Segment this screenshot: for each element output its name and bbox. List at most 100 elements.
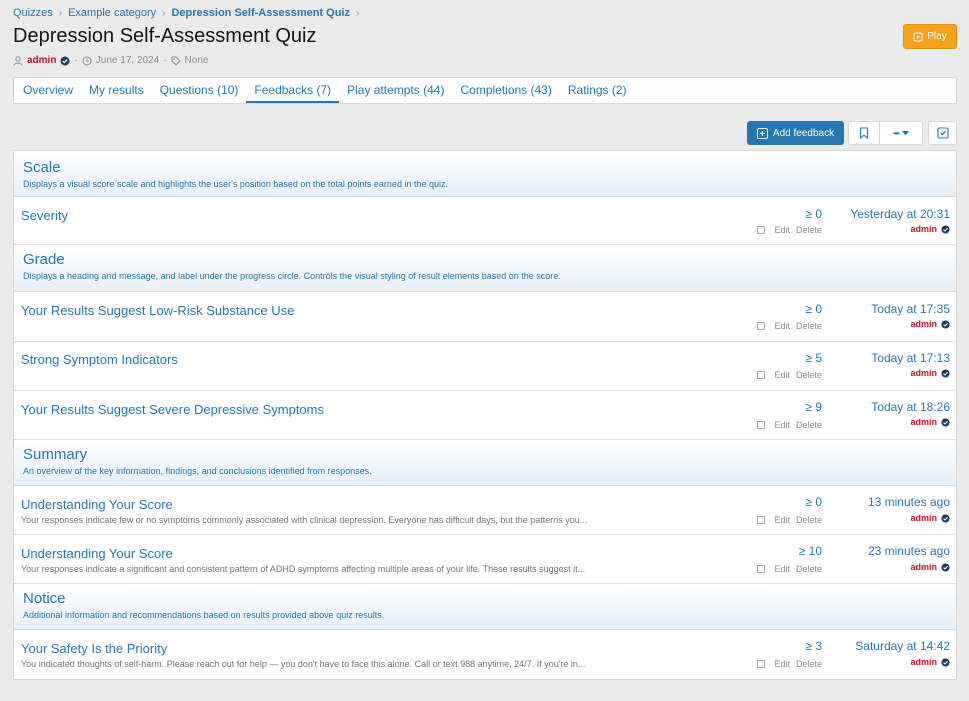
quiz-date: June 17, 2024 bbox=[95, 55, 160, 66]
select-checkbox[interactable] bbox=[757, 516, 766, 524]
list-item: Your Results Suggest Low-Risk Substance … bbox=[14, 292, 956, 342]
group-header-summary: Summary An overview of the key informati… bbox=[14, 440, 956, 486]
tab-feedbacks[interactable]: Feedbacks (7) bbox=[246, 78, 340, 103]
item-user: admin bbox=[910, 224, 950, 234]
delete-link[interactable]: Delete bbox=[796, 659, 822, 669]
item-user: admin bbox=[910, 368, 950, 378]
select-checkbox[interactable] bbox=[757, 565, 766, 573]
edit-link[interactable]: Edit bbox=[774, 564, 790, 574]
more-options-button[interactable]: ••• bbox=[879, 121, 923, 145]
group-description: Displays a visual score scale and highli… bbox=[23, 179, 448, 189]
item-user: admin bbox=[910, 513, 950, 523]
edit-link[interactable]: Edit bbox=[774, 659, 790, 669]
delete-link[interactable]: Delete bbox=[796, 225, 822, 235]
tab-my-results[interactable]: My results bbox=[81, 78, 152, 103]
item-actions: Edit Delete bbox=[757, 321, 822, 331]
bookmark-button[interactable] bbox=[848, 121, 880, 145]
play-button[interactable]: Play bbox=[903, 24, 957, 49]
group-title: Scale bbox=[23, 159, 61, 176]
verified-icon bbox=[941, 657, 950, 667]
edit-link[interactable]: Edit bbox=[774, 225, 790, 235]
group-description: An overview of the key information, find… bbox=[23, 466, 372, 476]
group-title: Summary bbox=[23, 446, 88, 463]
item-date: Today at 17:35 bbox=[871, 302, 950, 316]
feedback-title-link[interactable]: Severity bbox=[21, 208, 68, 223]
breadcrumb-category[interactable]: Example category bbox=[68, 7, 156, 19]
item-user: admin bbox=[910, 417, 950, 427]
delete-link[interactable]: Delete bbox=[796, 370, 822, 380]
delete-link[interactable]: Delete bbox=[796, 515, 822, 525]
clock-icon bbox=[82, 56, 92, 65]
user-link[interactable]: admin bbox=[910, 562, 937, 572]
feedback-title-link[interactable]: Your Results Suggest Low-Risk Substance … bbox=[21, 303, 294, 318]
user-link[interactable]: admin bbox=[910, 513, 937, 523]
feedback-snippet: You indicated thoughts of self-harm. Ple… bbox=[21, 659, 586, 669]
edit-link[interactable]: Edit bbox=[774, 321, 790, 331]
group-header-grade: Grade Displays a heading and message, an… bbox=[14, 245, 956, 292]
select-checkbox[interactable] bbox=[757, 322, 766, 330]
score-threshold: ≥ 5 bbox=[805, 351, 822, 365]
check-square-icon bbox=[936, 127, 949, 139]
verified-icon bbox=[941, 319, 950, 329]
feedback-title-link[interactable]: Strong Symptom Indicators bbox=[21, 352, 178, 367]
tab-questions[interactable]: Questions (10) bbox=[152, 78, 247, 103]
score-threshold: ≥ 9 bbox=[805, 400, 822, 414]
item-date: 23 minutes ago bbox=[867, 544, 950, 558]
edit-link[interactable]: Edit bbox=[774, 370, 790, 380]
quiz-meta: admin · June 17, 2024 · None bbox=[13, 55, 208, 66]
feedback-snippet: Your responses indicate a significant an… bbox=[21, 564, 586, 574]
select-checkbox[interactable] bbox=[757, 421, 766, 429]
user-link[interactable]: admin bbox=[910, 657, 937, 667]
add-feedback-button[interactable]: Add feedback bbox=[747, 121, 844, 145]
item-actions: Edit Delete bbox=[757, 370, 822, 380]
select-checkbox[interactable] bbox=[757, 371, 766, 379]
tab-overview[interactable]: Overview bbox=[15, 78, 81, 103]
feedback-list: Scale Displays a visual score scale and … bbox=[13, 150, 957, 680]
delete-link[interactable]: Delete bbox=[796, 321, 822, 331]
group-description: Displays a heading and message, and labe… bbox=[23, 271, 561, 281]
item-date: Today at 17:13 bbox=[871, 351, 950, 365]
item-date: Saturday at 14:42 bbox=[855, 639, 950, 653]
group-title: Grade bbox=[23, 251, 65, 268]
feedback-title-link[interactable]: Your Results Suggest Severe Depressive S… bbox=[21, 402, 324, 417]
select-toggle-button[interactable] bbox=[928, 121, 957, 145]
score-threshold: ≥ 10 bbox=[798, 544, 822, 558]
user-icon bbox=[13, 55, 23, 66]
page-title: Depression Self-Assessment Quiz bbox=[13, 25, 317, 47]
user-link[interactable]: admin bbox=[910, 368, 937, 378]
breadcrumb-quiz[interactable]: Depression Self-Assessment Quiz bbox=[171, 7, 350, 19]
play-label: Play bbox=[927, 31, 947, 42]
tab-play-attempts[interactable]: Play attempts (44) bbox=[339, 78, 452, 103]
breadcrumb-quizzes[interactable]: Quizzes bbox=[13, 7, 53, 19]
chevron-right-icon: › bbox=[162, 7, 166, 19]
feedback-title-link[interactable]: Your Safety Is the Priority bbox=[21, 641, 167, 656]
tab-ratings[interactable]: Ratings (2) bbox=[560, 78, 635, 103]
feedback-title-link[interactable]: Understanding Your Score bbox=[21, 546, 173, 561]
plus-square-icon bbox=[756, 127, 768, 139]
tab-completions[interactable]: Completions (43) bbox=[452, 78, 559, 103]
feedback-title-link[interactable]: Understanding Your Score bbox=[21, 497, 173, 512]
author-link[interactable]: admin bbox=[27, 55, 56, 66]
item-actions: Edit Delete bbox=[757, 225, 822, 235]
item-user: admin bbox=[910, 319, 950, 329]
quiz-tags: None bbox=[184, 55, 209, 66]
select-checkbox[interactable] bbox=[757, 660, 766, 668]
tag-icon bbox=[171, 56, 181, 66]
list-item: Your Safety Is the Priority You indicate… bbox=[14, 630, 956, 679]
select-checkbox[interactable] bbox=[757, 226, 766, 234]
delete-link[interactable]: Delete bbox=[796, 420, 822, 430]
edit-link[interactable]: Edit bbox=[774, 515, 790, 525]
user-link[interactable]: admin bbox=[910, 224, 937, 234]
delete-link[interactable]: Delete bbox=[796, 564, 822, 574]
more-icon: ••• bbox=[893, 128, 899, 138]
verified-icon bbox=[941, 224, 950, 234]
user-link[interactable]: admin bbox=[910, 417, 937, 427]
score-threshold: ≥ 0 bbox=[805, 495, 822, 509]
user-link[interactable]: admin bbox=[910, 319, 937, 329]
item-actions: Edit Delete bbox=[757, 659, 822, 669]
item-user: admin bbox=[910, 657, 950, 667]
group-title: Notice bbox=[23, 590, 66, 607]
item-date: 13 minutes ago bbox=[867, 495, 950, 509]
edit-link[interactable]: Edit bbox=[774, 420, 790, 430]
item-user: admin bbox=[910, 562, 950, 572]
